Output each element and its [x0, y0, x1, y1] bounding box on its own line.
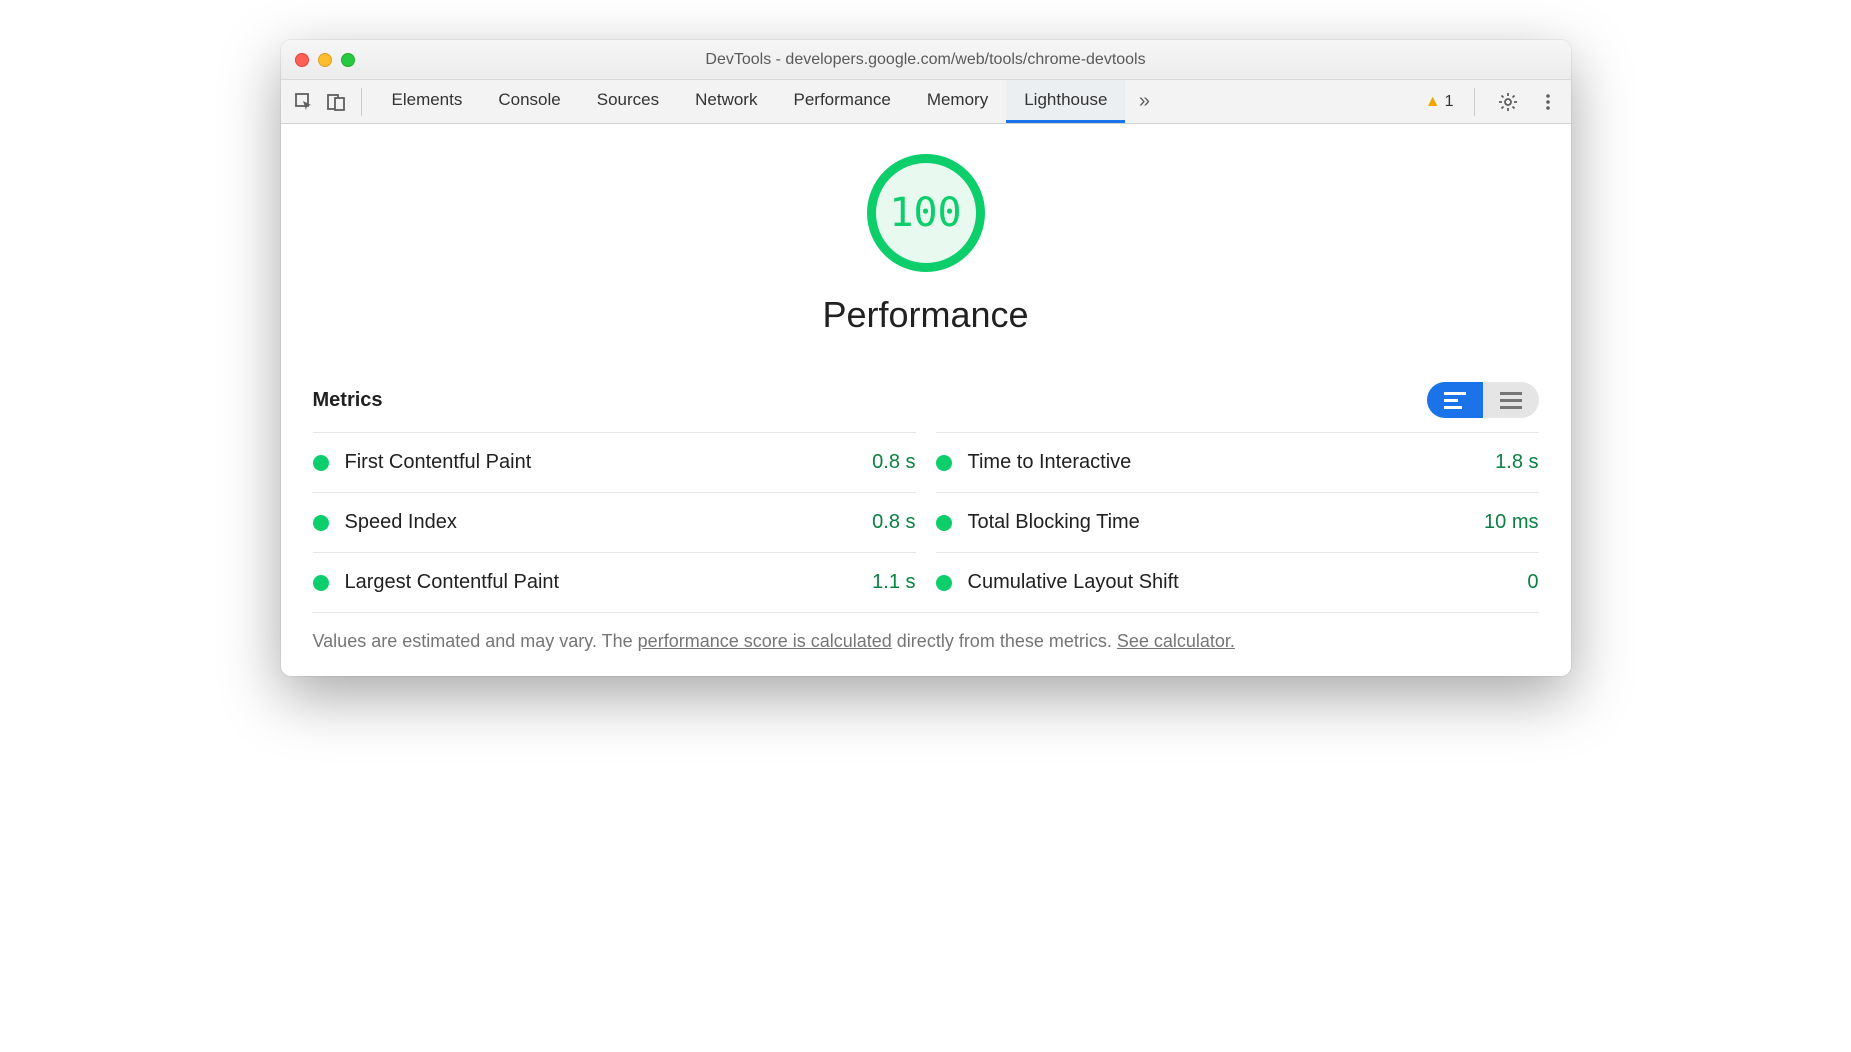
metrics-grid: First Contentful Paint 0.8 s Time to Int… — [313, 432, 1539, 613]
view-toggle-compact[interactable] — [1427, 382, 1483, 418]
metrics-footnote: Values are estimated and may vary. The p… — [313, 631, 1539, 652]
panel-tabs: Elements Console Sources Network Perform… — [374, 80, 1126, 123]
metric-name: Largest Contentful Paint — [345, 571, 560, 594]
tab-label: Elements — [392, 90, 463, 110]
expanded-view-icon — [1500, 392, 1522, 409]
tab-lighthouse[interactable]: Lighthouse — [1006, 80, 1125, 123]
settings-gear-icon[interactable] — [1495, 89, 1521, 115]
minimize-window-button[interactable] — [318, 53, 332, 67]
close-window-button[interactable] — [295, 53, 309, 67]
toolbar-right: ▲ 1 — [1425, 88, 1561, 116]
tab-console[interactable]: Console — [480, 80, 578, 123]
status-dot-icon — [313, 575, 329, 591]
performance-score-gauge[interactable]: 100 — [867, 154, 985, 272]
metric-name: Time to Interactive — [968, 451, 1132, 474]
inspect-element-icon[interactable] — [291, 89, 317, 115]
footnote-text: Values are estimated and may vary. The — [313, 631, 638, 651]
tab-label: Sources — [597, 90, 659, 110]
metric-value: 1.1 s — [872, 571, 915, 594]
devtools-toolbar: Elements Console Sources Network Perform… — [281, 80, 1571, 124]
calculator-link[interactable]: See calculator. — [1117, 631, 1235, 651]
tab-elements[interactable]: Elements — [374, 80, 481, 123]
tab-label: Performance — [793, 90, 890, 110]
status-dot-icon — [313, 455, 329, 471]
score-calculation-link[interactable]: performance score is calculated — [638, 631, 892, 651]
metric-row[interactable]: Total Blocking Time 10 ms — [936, 492, 1539, 552]
tab-network[interactable]: Network — [677, 80, 775, 123]
footnote-text: directly from these metrics. — [892, 631, 1117, 651]
metric-row[interactable]: First Contentful Paint 0.8 s — [313, 432, 916, 492]
metric-name: Cumulative Layout Shift — [968, 571, 1179, 594]
zoom-window-button[interactable] — [341, 53, 355, 67]
devtools-window: DevTools - developers.google.com/web/too… — [281, 40, 1571, 676]
metric-row[interactable]: Cumulative Layout Shift 0 — [936, 552, 1539, 612]
tab-sources[interactable]: Sources — [579, 80, 677, 123]
status-dot-icon — [936, 515, 952, 531]
warning-icon: ▲ — [1425, 93, 1441, 111]
more-tabs-icon[interactable]: » — [1131, 89, 1157, 115]
metric-name: Speed Index — [345, 511, 457, 534]
metric-row[interactable]: Time to Interactive 1.8 s — [936, 432, 1539, 492]
tab-label: Lighthouse — [1024, 90, 1107, 110]
metric-value: 0.8 s — [872, 451, 915, 474]
metric-value: 0 — [1527, 571, 1538, 594]
metric-value: 1.8 s — [1495, 451, 1538, 474]
window-title: DevTools - developers.google.com/web/too… — [281, 51, 1571, 69]
lighthouse-panel: 100 Performance Metrics — [281, 124, 1571, 676]
status-dot-icon — [313, 515, 329, 531]
toolbar-separator — [1474, 88, 1475, 116]
compact-view-icon — [1444, 392, 1466, 409]
tab-memory[interactable]: Memory — [909, 80, 1006, 123]
category-title: Performance — [822, 294, 1028, 336]
metric-row[interactable]: Largest Contentful Paint 1.1 s — [313, 552, 916, 612]
metric-value: 0.8 s — [872, 511, 915, 534]
tab-performance[interactable]: Performance — [775, 80, 908, 123]
metrics-heading: Metrics — [313, 389, 383, 412]
window-controls — [295, 53, 355, 67]
metric-name: Total Blocking Time — [968, 511, 1140, 534]
tab-label: Network — [695, 90, 757, 110]
view-toggle-expanded[interactable] — [1483, 382, 1539, 418]
metric-row[interactable]: Speed Index 0.8 s — [313, 492, 916, 552]
toolbar-separator — [361, 88, 362, 116]
warning-count: 1 — [1445, 93, 1454, 111]
titlebar: DevTools - developers.google.com/web/too… — [281, 40, 1571, 80]
metric-name: First Contentful Paint — [345, 451, 532, 474]
tab-label: Memory — [927, 90, 988, 110]
kebab-menu-icon[interactable] — [1535, 89, 1561, 115]
tab-label: Console — [498, 90, 560, 110]
warnings-badge[interactable]: ▲ 1 — [1425, 93, 1454, 111]
view-toggle — [1427, 382, 1539, 418]
score-summary: 100 Performance — [313, 154, 1539, 336]
status-dot-icon — [936, 455, 952, 471]
metrics-header: Metrics — [313, 382, 1539, 418]
score-value: 100 — [889, 190, 961, 236]
device-toolbar-icon[interactable] — [323, 89, 349, 115]
metric-value: 10 ms — [1484, 511, 1538, 534]
status-dot-icon — [936, 575, 952, 591]
